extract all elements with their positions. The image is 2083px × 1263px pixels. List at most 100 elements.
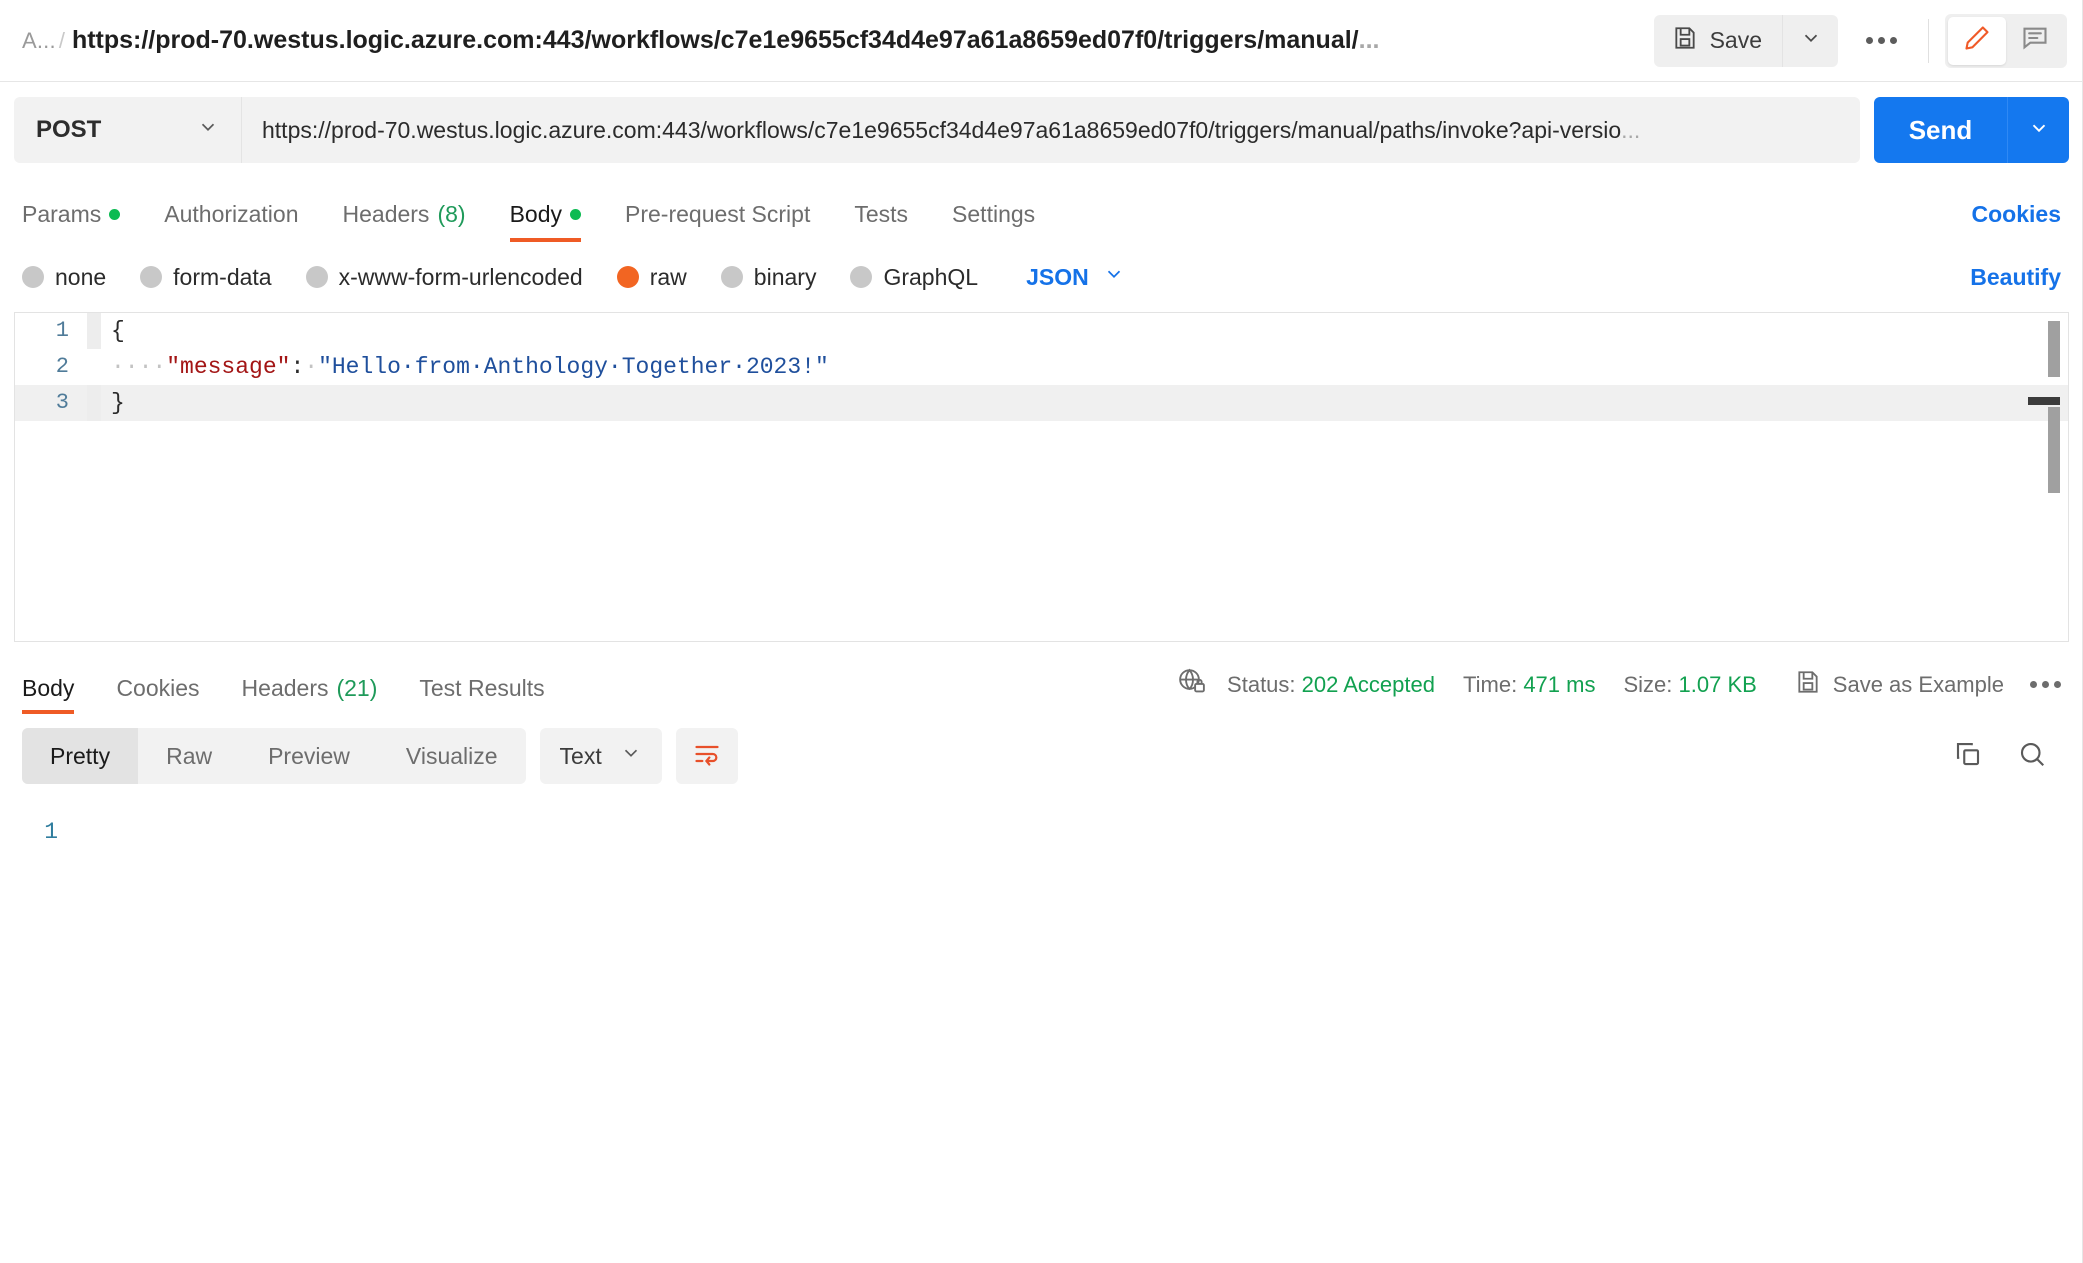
code-text: } (111, 390, 125, 416)
raw-format-select[interactable]: JSON (1026, 263, 1125, 291)
response-line-numbers: 1 (0, 814, 76, 1263)
breadcrumb-separator: / (58, 27, 65, 53)
scrollbar-thumb[interactable] (2048, 407, 2060, 493)
send-button[interactable]: Send (1874, 97, 2007, 163)
body-type-none-label: none (55, 263, 107, 290)
tab-body[interactable]: Body (509, 201, 582, 242)
tab-tests[interactable]: Tests (854, 201, 908, 242)
view-mode-pretty[interactable]: Pretty (22, 728, 139, 784)
body-type-form-data[interactable]: form-data (140, 263, 272, 291)
send-button-group: Send (1874, 97, 2069, 163)
postman-request-window: A... / https://prod-70.westus.logic.azur… (0, 0, 2083, 1263)
view-mode-visualize[interactable]: Visualize (378, 728, 526, 784)
top-breadcrumb-bar: A... / https://prod-70.westus.logic.azur… (0, 0, 2083, 82)
response-more-button[interactable] (2030, 681, 2061, 688)
http-method-value: POST (36, 116, 102, 143)
body-type-binary[interactable]: binary (720, 263, 817, 291)
response-body-viewer[interactable]: 1 (0, 798, 2083, 1263)
more-horizontal-icon (1865, 37, 1897, 44)
comment-icon (2021, 24, 2049, 57)
url-text: https://prod-70.westus.logic.azure.com:4… (262, 116, 1622, 143)
line-number: 1 (55, 318, 69, 343)
copy-button[interactable] (1953, 739, 1983, 774)
status-value: 202 Accepted (1301, 671, 1435, 697)
response-tab-test-results[interactable]: Test Results (419, 675, 544, 714)
body-type-urlencoded[interactable]: x-www-form-urlencoded (305, 263, 583, 291)
response-size: Size: 1.07 KB (1623, 672, 1756, 698)
http-method-select[interactable]: POST (14, 97, 242, 163)
tab-tests-label: Tests (854, 201, 909, 227)
tab-authorization[interactable]: Authorization (164, 201, 298, 242)
code-line: 3 } (15, 385, 2068, 421)
view-mode-raw[interactable]: Raw (138, 728, 240, 784)
response-tabs-row: Body Cookies Headers (21) Test Results S… (0, 642, 2083, 714)
code-text: { (111, 318, 125, 344)
body-type-none[interactable]: none (22, 264, 106, 291)
pencil-icon (1963, 24, 1991, 57)
response-tab-headers[interactable]: Headers (21) (242, 675, 378, 714)
body-type-raw-label: raw (649, 263, 687, 290)
word-wrap-button[interactable] (675, 728, 738, 784)
save-button-label: Save (1709, 27, 1762, 53)
tab-pre-request-script[interactable]: Pre-request Script (625, 201, 810, 242)
save-options-button[interactable] (1782, 14, 1838, 67)
body-type-graphql[interactable]: GraphQL (850, 264, 978, 291)
view-mode-preview[interactable]: Preview (240, 728, 378, 784)
cookies-link[interactable]: Cookies (1972, 201, 2061, 242)
radio-icon (140, 266, 163, 288)
floppy-disk-icon (1672, 25, 1698, 57)
comment-button[interactable] (2006, 17, 2064, 65)
response-tab-cookies-label: Cookies (116, 675, 200, 701)
body-type-urlencoded-label: x-www-form-urlencoded (338, 263, 583, 290)
url-input[interactable]: https://prod-70.westus.logic.azure.com:4… (242, 97, 1860, 163)
response-tab-body[interactable]: Body (22, 675, 75, 714)
horizontal-scrollbar-thumb[interactable] (2028, 397, 2060, 405)
request-body-editor[interactable]: 1 { 2 ····"message":·"Hello·from·Antholo… (14, 312, 2069, 642)
size-label: Size: (1623, 671, 1673, 697)
send-options-button[interactable] (2007, 97, 2069, 163)
line-number: 1 (44, 819, 58, 845)
space-dot: · (304, 354, 319, 380)
save-button[interactable]: Save (1653, 14, 1782, 67)
tab-params[interactable]: Params (22, 201, 121, 242)
radio-icon (305, 266, 328, 288)
save-as-example-button[interactable]: Save as Example (1795, 669, 2004, 701)
fold-marker[interactable] (87, 313, 101, 349)
request-title-text: https://prod-70.westus.logic.azure.com:4… (71, 26, 1359, 54)
fold-marker (87, 349, 101, 385)
copy-icon (1953, 742, 1983, 773)
breadcrumb-collection[interactable]: A... (22, 28, 56, 54)
params-indicator-dot (109, 209, 121, 220)
tab-pre-request-script-label: Pre-request Script (625, 201, 811, 227)
request-title[interactable]: https://prod-70.westus.logic.azure.com:4… (72, 26, 1380, 55)
body-type-binary-label: binary (753, 263, 817, 290)
search-button[interactable] (2017, 739, 2047, 774)
request-body-code[interactable]: 1 { 2 ····"message":·"Hello·from·Antholo… (15, 313, 2068, 421)
response-format-value: Text (559, 742, 602, 769)
body-type-form-data-label: form-data (173, 263, 272, 290)
edit-request-button[interactable] (1948, 16, 2006, 65)
url-ellipsis: ... (1621, 116, 1641, 143)
search-icon (2017, 742, 2047, 773)
response-tab-body-label: Body (22, 675, 75, 701)
globe-lock-icon (1177, 667, 1207, 702)
chevron-down-icon (2028, 117, 2050, 144)
request-title-ellipsis: ... (1358, 26, 1380, 54)
tab-headers[interactable]: Headers (8) (343, 201, 466, 242)
radio-icon (850, 266, 873, 288)
line-number: 3 (55, 390, 69, 415)
response-format-select[interactable]: Text (539, 728, 662, 784)
scrollbar-thumb[interactable] (2048, 321, 2060, 377)
body-type-raw[interactable]: raw (616, 263, 687, 291)
beautify-link[interactable]: Beautify (1970, 264, 2061, 291)
tab-settings[interactable]: Settings (952, 201, 1035, 242)
code-text: ····"message":·"Hello·from·Anthology·Tog… (101, 349, 829, 385)
editor-vertical-scrollbar[interactable] (2028, 321, 2060, 573)
word-wrap-icon (693, 740, 721, 773)
response-tab-cookies[interactable]: Cookies (116, 675, 199, 714)
fold-marker[interactable] (87, 385, 101, 421)
chevron-down-icon (1800, 27, 1822, 54)
request-more-button[interactable] (1850, 15, 1912, 67)
save-button-group: Save (1653, 14, 1838, 67)
floppy-disk-icon (1795, 669, 1821, 701)
